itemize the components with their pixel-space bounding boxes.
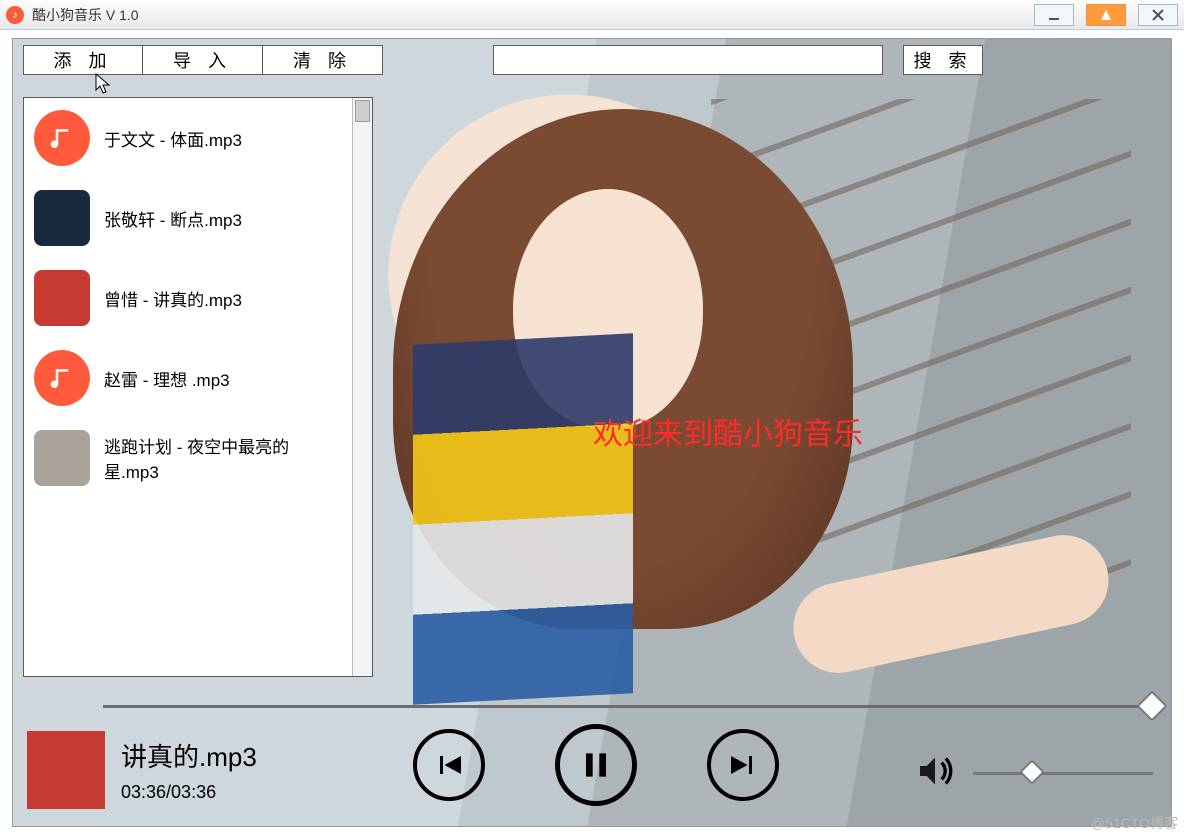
list-item[interactable]: 张敬轩 - 断点.mp3 [24, 178, 352, 258]
progress-bar[interactable] [103, 695, 1157, 717]
track-label: 逃跑计划 - 夜空中最亮的星.mp3 [104, 433, 342, 483]
list-item[interactable]: 赵雷 - 理想 .mp3 [24, 338, 352, 418]
list-item[interactable]: 逃跑计划 - 夜空中最亮的星.mp3 [24, 418, 352, 498]
list-toolbar: 添 加 导 入 清 除 [23, 45, 383, 75]
previous-button[interactable] [413, 729, 485, 801]
list-item[interactable]: 曾惜 - 讲真的.mp3 [24, 258, 352, 338]
now-playing-title: 讲真的.mp3 [121, 737, 257, 774]
close-button[interactable] [1138, 4, 1178, 26]
album-thumb [34, 430, 90, 486]
window-body: 欢迎来到酷小狗音乐 添 加 导 入 清 除 搜 索 于文文 - 体面.mp3 张… [0, 30, 1184, 835]
track-label: 曾惜 - 讲真的.mp3 [104, 286, 242, 311]
track-label: 于文文 - 体面.mp3 [104, 126, 242, 151]
list-item[interactable]: 于文文 - 体面.mp3 [24, 98, 352, 178]
pause-button[interactable] [555, 724, 637, 806]
transport-controls [413, 729, 779, 806]
welcome-text: 欢迎来到酷小狗音乐 [593, 409, 863, 453]
playlist-scrollbar[interactable] [352, 98, 372, 676]
titlebar: ♪ 酷小狗音乐 V 1.0 [0, 0, 1184, 30]
content-frame: 欢迎来到酷小狗音乐 添 加 导 入 清 除 搜 索 于文文 - 体面.mp3 张… [12, 38, 1172, 827]
app-icon: ♪ [6, 6, 24, 24]
album-thumb [34, 270, 90, 326]
clear-button[interactable]: 清 除 [263, 45, 383, 75]
next-button[interactable] [707, 729, 779, 801]
music-icon [34, 350, 90, 406]
minimize-button[interactable] [1034, 4, 1074, 26]
scrollbar-thumb[interactable] [355, 100, 370, 122]
volume-slider[interactable] [973, 772, 1153, 775]
add-button[interactable]: 添 加 [23, 45, 143, 75]
notification-badge[interactable] [1086, 4, 1126, 26]
playlist: 于文文 - 体面.mp3 张敬轩 - 断点.mp3 曾惜 - 讲真的.mp3 赵… [23, 97, 373, 677]
search-area: 搜 索 [493, 45, 983, 75]
now-playing-thumb [27, 731, 105, 809]
import-button[interactable]: 导 入 [143, 45, 263, 75]
speaker-icon[interactable] [913, 751, 957, 796]
volume-handle[interactable] [1019, 759, 1044, 784]
music-icon [34, 110, 90, 166]
track-label: 赵雷 - 理想 .mp3 [104, 366, 230, 391]
search-button[interactable]: 搜 索 [903, 45, 983, 75]
album-thumb [34, 190, 90, 246]
window-title: 酷小狗音乐 V 1.0 [32, 5, 139, 25]
now-playing: 讲真的.mp3 03:36/03:36 [27, 731, 257, 809]
track-label: 张敬轩 - 断点.mp3 [104, 206, 242, 231]
watermark: @51CTO博客 [1091, 813, 1178, 833]
search-input[interactable] [493, 45, 883, 75]
now-playing-time: 03:36/03:36 [121, 782, 257, 803]
volume-control [913, 751, 1153, 796]
